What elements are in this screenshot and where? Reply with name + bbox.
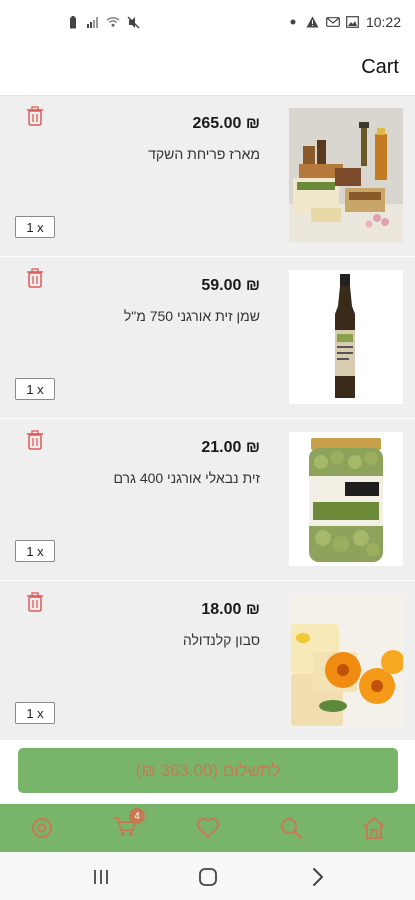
- item-price: 59.00 ₪: [201, 277, 260, 294]
- warning-icon: [306, 15, 320, 29]
- cart-item[interactable]: 59.00 ₪ שמן זית אורגני 750 מ"ל 1 x: [0, 258, 415, 419]
- status-bar: 10:22: [0, 0, 415, 44]
- image-icon: [346, 15, 360, 29]
- calendula-soap-image[interactable]: [289, 594, 403, 728]
- cart-nav-button[interactable]: 4: [111, 808, 145, 842]
- battery-icon: [66, 15, 80, 29]
- status-icons-right: 10:22: [286, 14, 401, 30]
- checkout-button[interactable]: לתשלום (363.00 ₪): [18, 748, 398, 793]
- trash-icon[interactable]: [26, 592, 44, 612]
- wifi-icon: [106, 15, 120, 29]
- olive-jar-image[interactable]: [289, 432, 403, 566]
- system-nav: [0, 852, 415, 900]
- bottom-nav: 4: [0, 804, 415, 852]
- status-icons-left: [66, 15, 140, 29]
- item-price: 18.00 ₪: [201, 601, 260, 618]
- mute-icon: [126, 15, 140, 29]
- quantity-selector[interactable]: 1 x: [15, 216, 55, 238]
- checkout-area: לתשלום (363.00 ₪): [0, 740, 415, 804]
- home-icon[interactable]: [360, 814, 388, 842]
- item-name: זית נבאלי אורגני 400 גרם: [113, 470, 260, 486]
- app-header: Cart: [0, 44, 415, 96]
- item-price: 21.00 ₪: [201, 439, 260, 456]
- quantity-selector[interactable]: 1 x: [15, 378, 55, 400]
- dot-icon: [286, 15, 300, 29]
- cart-list[interactable]: 265.00 ₪ מארז פריחת השקד 1 x 59.00 ₪ שמן…: [0, 96, 415, 746]
- quantity-selector[interactable]: 1 x: [15, 540, 55, 562]
- trash-icon[interactable]: [26, 106, 44, 126]
- heart-icon[interactable]: [194, 814, 222, 842]
- cart-item[interactable]: 18.00 ₪ סבון קלנדולה 1 x: [0, 582, 415, 743]
- recents-icon[interactable]: [88, 864, 114, 890]
- page-title: Cart: [361, 56, 399, 78]
- item-name: שמן זית אורגני 750 מ"ל: [123, 308, 260, 324]
- item-name: סבון קלנדולה: [182, 632, 260, 648]
- settings-icon[interactable]: [28, 814, 56, 842]
- search-icon[interactable]: [277, 814, 305, 842]
- cart-item[interactable]: 21.00 ₪ זית נבאלי אורגני 400 גרם 1 x: [0, 420, 415, 581]
- gift-basket-image[interactable]: [289, 108, 403, 242]
- trash-icon[interactable]: [26, 430, 44, 450]
- status-time: 10:22: [365, 14, 401, 30]
- item-price: 265.00 ₪: [192, 115, 260, 132]
- back-icon[interactable]: [305, 864, 331, 890]
- voicemail-icon: [326, 15, 340, 29]
- cart-item[interactable]: 265.00 ₪ מארז פריחת השקד 1 x: [0, 96, 415, 257]
- signal-icon: [86, 15, 100, 29]
- trash-icon[interactable]: [26, 268, 44, 288]
- quantity-selector[interactable]: 1 x: [15, 702, 55, 724]
- home-system-icon[interactable]: [195, 864, 221, 890]
- cart-badge: 4: [129, 808, 145, 824]
- item-name: מארז פריחת השקד: [148, 146, 260, 162]
- olive-oil-bottle-image[interactable]: [289, 270, 403, 404]
